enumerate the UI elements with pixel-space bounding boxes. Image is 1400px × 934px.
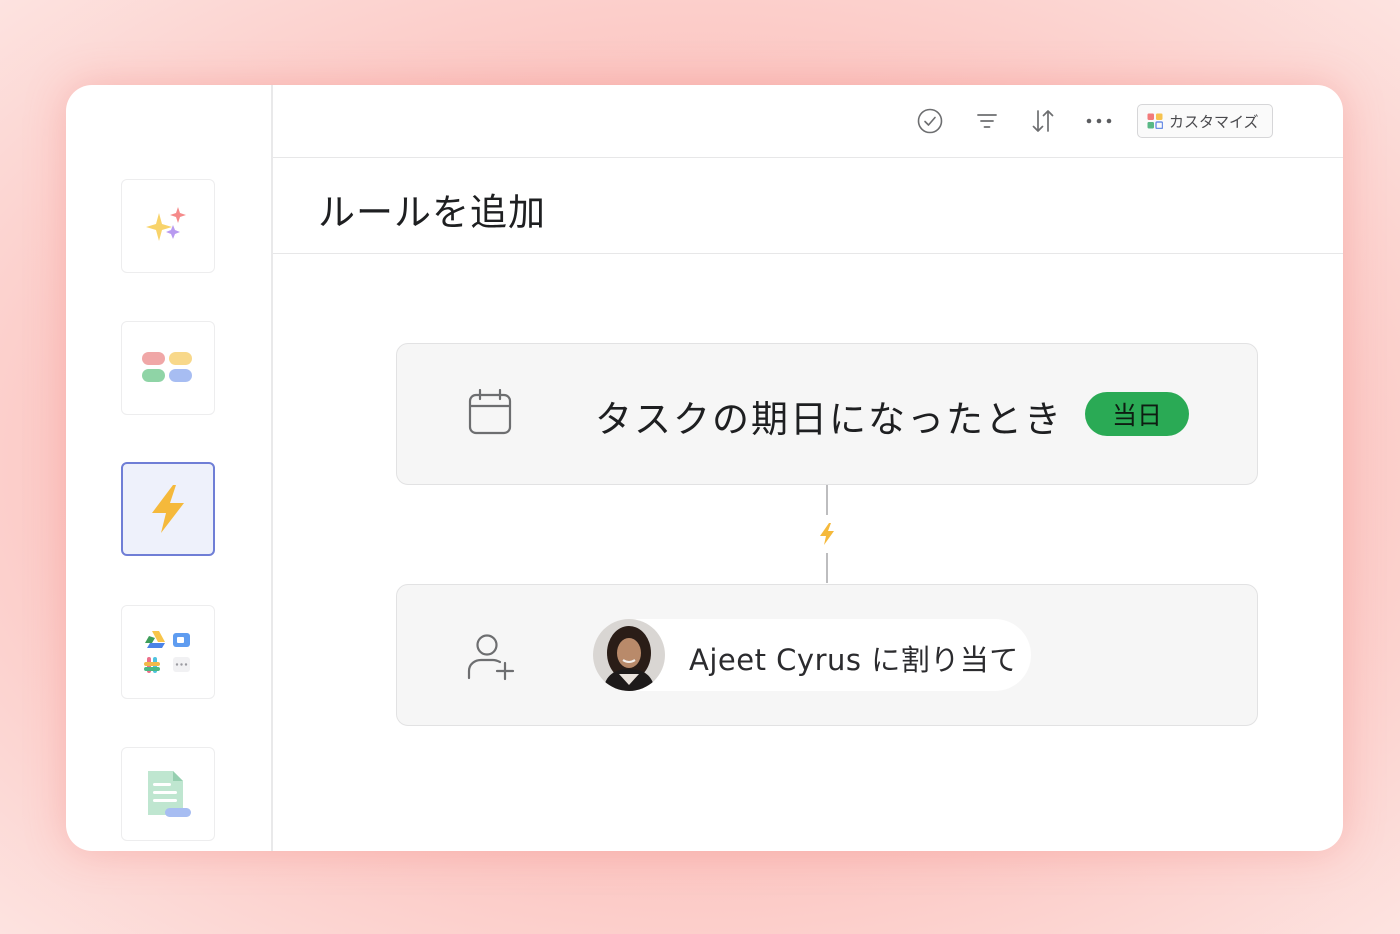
app-window: カスタマイズ ルールを追加 タスクの期日になったとき 当日 Ajeet Cyru… (66, 85, 1343, 851)
mark-complete-button[interactable] (916, 107, 944, 135)
trigger-text: タスクの期日になったとき (595, 398, 1063, 441)
lightning-bolt-icon (152, 485, 184, 533)
sidebar-item-ai[interactable] (121, 179, 215, 273)
avatar (593, 619, 665, 691)
sort-button[interactable] (1029, 107, 1057, 135)
more-options-button[interactable] (1085, 107, 1113, 135)
title-row: ルールを追加 (273, 158, 1343, 254)
sort-icon (1032, 110, 1054, 132)
toolbar: カスタマイズ (273, 85, 1343, 158)
document-icon (148, 771, 191, 817)
sidebar (66, 85, 273, 851)
sidebar-item-forms[interactable] (121, 747, 215, 841)
connector-line-top (826, 485, 828, 515)
fields-icon (142, 352, 192, 382)
person-avatar-icon (593, 619, 665, 691)
check-circle-icon (917, 108, 943, 134)
connector-bolt (814, 521, 840, 547)
integrations-icon (144, 631, 190, 673)
lightning-bolt-small-icon (820, 523, 834, 545)
due-date-badge[interactable]: 当日 (1085, 392, 1189, 436)
assignee-text: Ajeet Cyrus に割り当て (689, 643, 1019, 677)
filter-button[interactable] (973, 107, 1001, 135)
trigger-card[interactable]: タスクの期日になったとき 当日 (396, 343, 1258, 485)
sidebar-item-fields[interactable] (121, 321, 215, 415)
filter-icon (977, 114, 997, 128)
connector-line-bottom (826, 553, 828, 583)
page-title: ルールを追加 (318, 191, 546, 234)
sparkles-icon (146, 207, 186, 241)
customize-label: カスタマイズ (1169, 112, 1259, 131)
sidebar-item-rules[interactable] (121, 462, 215, 556)
more-icon (1086, 118, 1112, 124)
action-card[interactable]: Ajeet Cyrus に割り当て (396, 584, 1258, 726)
customize-button[interactable]: カスタマイズ (1137, 104, 1273, 138)
add-user-icon (467, 634, 515, 681)
sidebar-item-apps[interactable] (121, 605, 215, 699)
customize-grid-icon (1147, 113, 1163, 129)
assignee-chip[interactable]: Ajeet Cyrus に割り当て (593, 619, 1031, 691)
calendar-icon (468, 389, 512, 435)
